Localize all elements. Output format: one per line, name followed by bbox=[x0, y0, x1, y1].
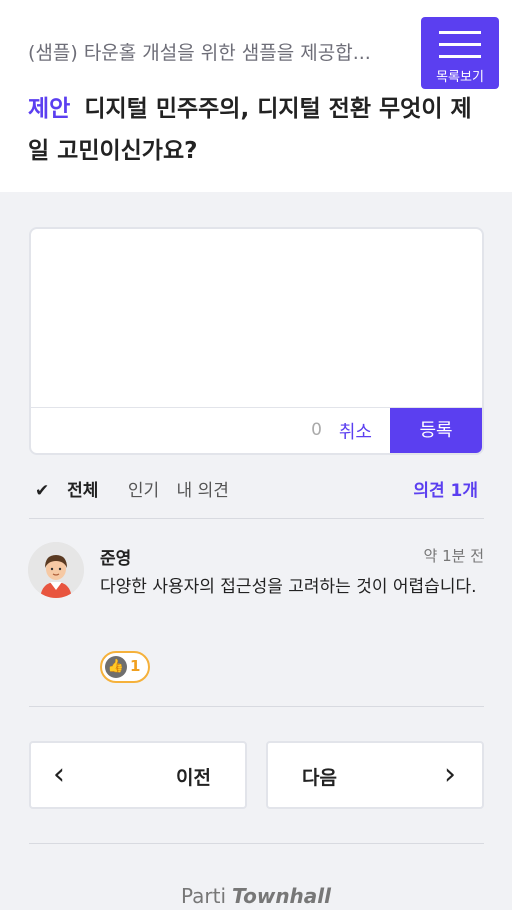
comment-author: 준영 bbox=[100, 549, 132, 569]
question-tag: 제안 bbox=[28, 96, 71, 122]
submit-button[interactable]: 등록 bbox=[390, 408, 482, 453]
filter-all[interactable]: ✔ 전체 bbox=[35, 481, 110, 501]
chevron-left-icon: ‹ bbox=[53, 757, 65, 792]
question-title: 제안 디지털 민주주의, 디지털 전환 무엇이 제일 고민이신가요? bbox=[28, 88, 478, 172]
like-button[interactable]: 👍 1 bbox=[100, 651, 150, 683]
opinion-input[interactable] bbox=[31, 229, 482, 409]
chevron-right-icon: › bbox=[444, 757, 456, 792]
cancel-button[interactable]: 취소 bbox=[339, 418, 372, 444]
char-counter: 0 bbox=[311, 420, 322, 440]
filter-popular[interactable]: 인기 bbox=[128, 481, 159, 501]
comment-time: 약 1분 전 bbox=[423, 547, 484, 565]
prev-button[interactable]: ‹ 이전 bbox=[29, 741, 247, 809]
list-view-button[interactable]: 목록보기 bbox=[421, 17, 499, 89]
thumbs-up-icon: 👍 bbox=[105, 656, 127, 678]
list-view-label: 목록보기 bbox=[436, 70, 484, 85]
filter-mine[interactable]: 내 의견 bbox=[177, 481, 229, 501]
opinion-editor: 0 취소 등록 bbox=[29, 227, 484, 455]
check-icon: ✔ bbox=[35, 481, 50, 501]
question-text: 디지털 민주주의, 디지털 전환 무엇이 제일 고민이신가요? bbox=[28, 96, 472, 164]
next-label: 다음 bbox=[302, 767, 337, 789]
hamburger-icon bbox=[439, 43, 481, 46]
divider bbox=[29, 706, 484, 707]
hamburger-icon bbox=[439, 55, 481, 58]
hamburger-icon bbox=[439, 31, 481, 34]
editor-footer: 0 취소 등록 bbox=[31, 407, 482, 453]
comment-text: 다양한 사용자의 접근성을 고려하는 것이 어렵습니다. bbox=[100, 577, 477, 597]
header: (샘플) 타운홀 개설을 위한 샘플을 제공합... 목록보기 제안 디지털 민주… bbox=[0, 0, 512, 192]
next-button[interactable]: 다음 › bbox=[266, 741, 484, 809]
footer-logo: Parti Townhall bbox=[180, 884, 331, 908]
prev-label: 이전 bbox=[176, 767, 211, 789]
opinion-count: 의견 1개 bbox=[413, 481, 478, 501]
like-count: 1 bbox=[130, 657, 141, 675]
filter-tabs: ✔ 전체 인기 내 의견 bbox=[35, 476, 241, 501]
event-title: (샘플) 타운홀 개설을 위한 샘플을 제공합... bbox=[28, 42, 371, 64]
avatar bbox=[28, 542, 84, 598]
divider bbox=[29, 843, 484, 844]
user-avatar-icon bbox=[28, 542, 84, 598]
divider bbox=[29, 518, 484, 519]
